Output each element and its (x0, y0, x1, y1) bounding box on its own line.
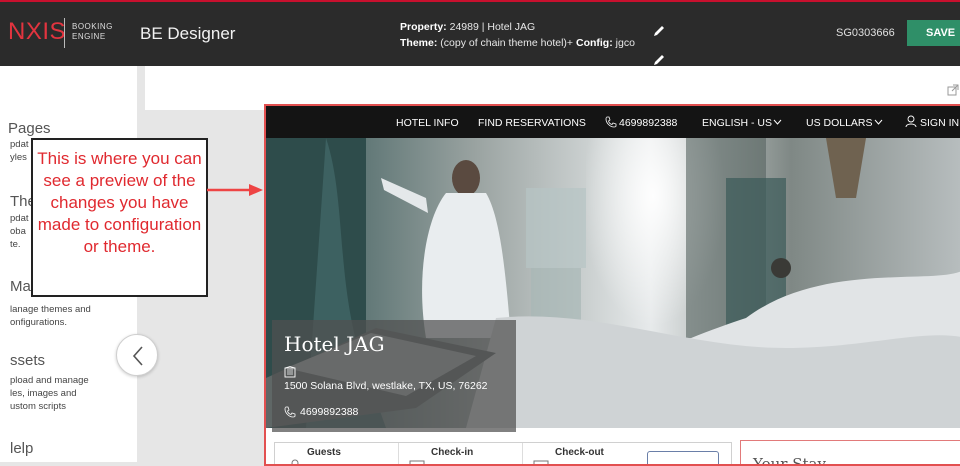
desc-line: ustom scripts (10, 401, 66, 412)
user-icon (905, 115, 917, 128)
guests-icon (291, 459, 299, 464)
nav-currency[interactable]: US DOLLARS (806, 117, 873, 129)
nav-find-reservations[interactable]: FIND RESERVATIONS (478, 117, 586, 129)
accent-line (0, 0, 960, 2)
desc-line: les, images and (10, 388, 77, 399)
checkout-label: Check-out (555, 447, 604, 458)
annotation-callout: This is where you can see a preview of t… (31, 138, 208, 297)
top-bar: NXIS BOOKING ENGINE BE Designer Property… (0, 0, 960, 66)
hotel-address: 1500 Solana Blvd, westlake, TX, US, 7626… (284, 380, 488, 392)
your-stay-panel: Your Stay (740, 440, 960, 466)
checkout-field[interactable]: Check-out (523, 443, 647, 464)
booking-engine-label: BOOKING ENGINE (72, 22, 113, 41)
nav-phone[interactable]: 4699892388 (619, 117, 677, 129)
desc-line: te. (10, 239, 21, 250)
config-label: Config: (575, 37, 613, 49)
sidebar-item-desc: pdat yles (10, 138, 29, 164)
hotel-phone[interactable]: 4699892388 (300, 406, 358, 418)
save-button[interactable]: SAVE (907, 20, 960, 46)
theme-preview-frame: HOTEL INFO FIND RESERVATIONS 4699892388 … (264, 104, 960, 466)
sidebar-item-pages[interactable]: Pages (8, 120, 51, 137)
phone-icon (284, 406, 296, 418)
search-button[interactable] (647, 451, 719, 464)
checkin-field[interactable]: Check-in (399, 443, 523, 464)
phone-icon (605, 116, 617, 128)
app-title: BE Designer (140, 24, 236, 43)
desc-line: yles (10, 152, 27, 163)
desc-line: lanage themes and (10, 304, 91, 315)
logo-divider (64, 18, 65, 48)
edit-pencil-icon[interactable] (652, 54, 666, 66)
sidebar-item-desc: pload and manage les, images and ustom s… (10, 374, 89, 413)
calendar-icon (533, 460, 549, 464)
theme-label: Theme: (400, 37, 438, 49)
sidebar-item-help[interactable]: lelp (10, 440, 33, 457)
your-stay-heading: Your Stay (753, 455, 826, 466)
desc-line: oba (10, 226, 26, 237)
sidebar-item-desc: lanage themes and onfigurations. (10, 303, 91, 329)
external-link-icon[interactable] (947, 84, 959, 96)
collapse-sidebar-button[interactable] (116, 334, 158, 376)
property-label: Property: (400, 21, 447, 33)
hotel-name: Hotel JAG (284, 332, 385, 356)
chevron-left-icon (132, 346, 143, 366)
booking-widget: Guests Check-in Check-out (274, 442, 732, 464)
theme-value: (copy of chain theme hotel)+ (440, 37, 574, 49)
sabre-logo: NXIS (8, 18, 67, 45)
sidebar-item-desc: pdat oba te. (10, 212, 29, 251)
property-info: Property: 24989 | Hotel JAG Theme: (copy… (400, 19, 635, 51)
guests-label: Guests (307, 447, 341, 458)
desc-line: onfigurations. (10, 317, 68, 328)
nav-sign-in[interactable]: SIGN IN (920, 117, 959, 129)
desc-line: pdat (10, 213, 29, 224)
chevron-down-icon (874, 119, 883, 125)
property-value: 24989 | Hotel JAG (449, 21, 536, 33)
arrow-right-icon (207, 184, 263, 196)
chevron-down-icon (773, 119, 782, 125)
checkin-label: Check-in (431, 447, 474, 458)
desc-line: pload and manage (10, 375, 89, 386)
calendar-icon (409, 460, 425, 464)
desc-line: pdat (10, 139, 29, 150)
sidebar-item-assets[interactable]: ssets (10, 352, 45, 369)
building-icon (284, 366, 296, 378)
config-value: jgco (615, 37, 635, 49)
guests-field[interactable]: Guests (275, 443, 399, 464)
hotel-nav-bar: HOTEL INFO FIND RESERVATIONS 4699892388 … (266, 106, 960, 138)
hotel-info-card: Hotel JAG 1500 Solana Blvd, westlake, TX… (272, 320, 516, 432)
nav-language[interactable]: ENGLISH - US (702, 117, 772, 129)
booking-engine-logo-text: BOOKING ENGINE (72, 22, 112, 42)
nav-hotel-info[interactable]: HOTEL INFO (396, 117, 459, 129)
edit-pencil-icon[interactable] (652, 24, 666, 38)
user-id: SG0303666 (836, 27, 895, 39)
